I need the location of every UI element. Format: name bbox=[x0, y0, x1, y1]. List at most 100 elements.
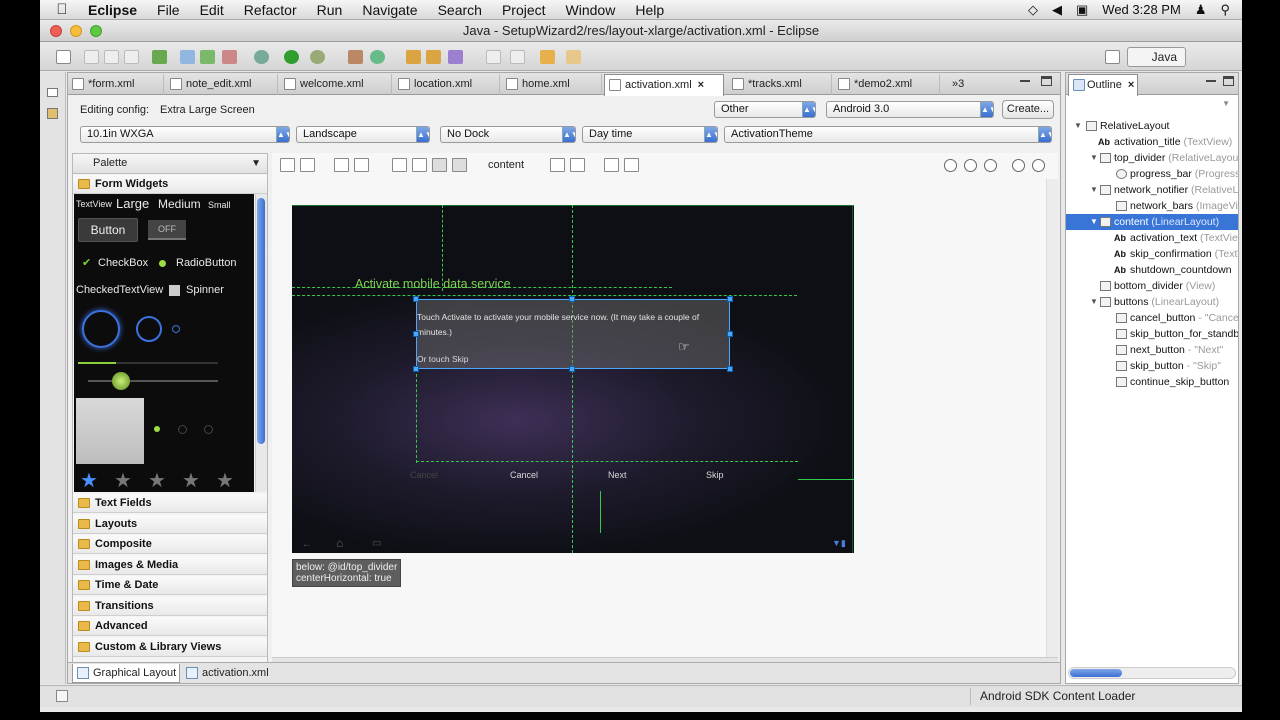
align-center-icon[interactable] bbox=[412, 158, 427, 172]
palette-header[interactable]: Palette ▼ bbox=[73, 154, 267, 174]
align-baseline-icon[interactable] bbox=[452, 158, 467, 172]
menu-help[interactable]: Help bbox=[625, 2, 674, 18]
back-icon[interactable] bbox=[540, 50, 555, 64]
outline-scrollbar-thumb[interactable] bbox=[1070, 669, 1122, 677]
volume-icon[interactable]: ◀ bbox=[1052, 2, 1062, 18]
more-tabs-button[interactable]: »3 bbox=[942, 74, 978, 95]
outline-view-menu-icon[interactable]: ▼ bbox=[1222, 99, 1230, 108]
outline-row-relativelayout[interactable]: ▼ RelativeLayout bbox=[1066, 118, 1238, 134]
restore-view-icon[interactable] bbox=[47, 88, 58, 97]
zoom-emulate-real-size-icon[interactable] bbox=[944, 159, 957, 172]
rating-star-icon[interactable]: ★ bbox=[80, 468, 98, 492]
resize-handle[interactable] bbox=[727, 331, 733, 337]
resize-handle[interactable] bbox=[569, 296, 575, 302]
resize-handle[interactable] bbox=[727, 366, 733, 372]
layout-options-icon[interactable] bbox=[354, 158, 369, 172]
resize-handle[interactable] bbox=[413, 296, 419, 302]
tree-expanded-icon[interactable]: ▼ bbox=[1090, 214, 1098, 230]
java-perspective-button[interactable]: Java bbox=[1126, 47, 1186, 67]
skip-button[interactable]: Skip bbox=[706, 470, 724, 480]
match-height-icon[interactable] bbox=[624, 158, 639, 172]
rating-star-icon[interactable]: ★ bbox=[182, 468, 200, 492]
outline-row-skip-confirmation[interactable]: Abskip_confirmation (TextView) bbox=[1066, 246, 1238, 262]
rating-star-icon[interactable]: ★ bbox=[148, 468, 166, 492]
tab-outline[interactable]: Outline × bbox=[1068, 74, 1138, 96]
palette-large-text[interactable]: Large bbox=[116, 196, 149, 211]
previous-annotation-icon[interactable] bbox=[510, 50, 525, 64]
user-icon[interactable]: ♟ bbox=[1195, 2, 1207, 18]
close-tab-icon[interactable]: × bbox=[698, 79, 704, 91]
content-linear-layout[interactable]: Touch Activate to activate your mobile s… bbox=[416, 299, 730, 369]
outline-row-progress-bar[interactable]: progress_bar (ProgressBar) bbox=[1066, 166, 1238, 182]
outline-row-shutdown-countdown[interactable]: Ab shutdown_countdown bbox=[1066, 262, 1238, 278]
apple-menu-icon[interactable]:  bbox=[40, 1, 84, 18]
minimize-window-icon[interactable] bbox=[70, 25, 82, 37]
menu-edit[interactable]: Edit bbox=[190, 2, 234, 18]
resize-handle[interactable] bbox=[413, 366, 419, 372]
palette-category-transitions[interactable]: Transitions bbox=[73, 597, 267, 616]
palette-checkedtextview[interactable]: CheckedTextView bbox=[76, 284, 163, 296]
tab-note-edit-xml[interactable]: note_edit.xml bbox=[166, 74, 278, 95]
tree-expanded-icon[interactable]: ▼ bbox=[1074, 118, 1082, 134]
print-icon[interactable] bbox=[124, 50, 139, 64]
menu-window[interactable]: Window bbox=[556, 2, 626, 18]
palette-category-time-date[interactable]: Time & Date bbox=[73, 576, 267, 595]
theme-select[interactable]: ActivationTheme▲▼ bbox=[724, 126, 1052, 143]
tab-welcome-xml[interactable]: welcome.xml bbox=[280, 74, 392, 95]
palette-category-custom-library[interactable]: Custom & Library Views bbox=[73, 638, 267, 657]
palette-menu-chevron-icon[interactable]: ▼ bbox=[251, 154, 261, 173]
app-menu[interactable]: Eclipse bbox=[84, 2, 147, 18]
align-left-icon[interactable] bbox=[392, 158, 407, 172]
close-outline-icon[interactable]: × bbox=[1128, 79, 1134, 91]
outline-row-skip-button[interactable]: skip_button - "Skip" bbox=[1066, 358, 1238, 374]
palette-category-images-media[interactable]: Images & Media bbox=[73, 556, 267, 575]
palette-category-form-widgets[interactable]: Form Widgets bbox=[73, 175, 267, 194]
device-select[interactable]: 10.1in WXGA▲▼ bbox=[80, 126, 290, 143]
config-other-select[interactable]: Other▲▼ bbox=[714, 101, 816, 118]
skip-confirmation-text[interactable]: Or touch Skip bbox=[417, 354, 469, 364]
zoom-reset-icon[interactable] bbox=[984, 159, 997, 172]
run-last-tool-icon[interactable] bbox=[310, 50, 325, 64]
canvas-vertical-scrollbar[interactable] bbox=[1046, 179, 1058, 657]
minimize-outline-icon[interactable] bbox=[1206, 80, 1216, 82]
match-width-icon[interactable] bbox=[604, 158, 619, 172]
palette-spinner[interactable]: Spinner bbox=[186, 284, 224, 296]
tab-xml-source[interactable]: activation.xml bbox=[182, 664, 278, 683]
horizontal-orientation-icon[interactable] bbox=[550, 158, 565, 172]
palette-category-layouts[interactable]: Layouts bbox=[73, 515, 267, 534]
zoom-window-icon[interactable] bbox=[90, 25, 102, 37]
minimize-editor-icon[interactable] bbox=[1020, 80, 1030, 82]
zoom-fit-icon[interactable] bbox=[964, 159, 977, 172]
dock-select[interactable]: No Dock▲▼ bbox=[440, 126, 576, 143]
resize-handle[interactable] bbox=[727, 296, 733, 302]
fill-width-icon[interactable] bbox=[280, 158, 295, 172]
seekbar-thumb[interactable] bbox=[112, 372, 130, 390]
palette-category-composite[interactable]: Composite bbox=[73, 535, 267, 554]
tab-home-xml[interactable]: home.xml bbox=[502, 74, 602, 95]
device-screen-preview[interactable]: Activate mobile data service Touch Activ… bbox=[292, 205, 854, 553]
progress-small-icon[interactable] bbox=[172, 325, 180, 333]
daytime-select[interactable]: Day time▲▼ bbox=[582, 126, 718, 143]
tab-tracks-xml[interactable]: *tracks.xml bbox=[728, 74, 832, 95]
next-button[interactable]: Next bbox=[608, 470, 627, 480]
tab-demo2-xml[interactable]: *demo2.xml bbox=[834, 74, 940, 95]
progress-medium-icon[interactable] bbox=[136, 316, 162, 342]
progress-large-icon[interactable] bbox=[82, 310, 120, 348]
import-icon[interactable] bbox=[180, 50, 195, 64]
palette-radiobutton[interactable]: RadioButton bbox=[176, 257, 237, 269]
battery-icon[interactable]: ▣ bbox=[1076, 2, 1088, 18]
package-explorer-icon[interactable] bbox=[47, 108, 58, 119]
refresh-icon[interactable] bbox=[200, 50, 215, 64]
fast-view-icon[interactable] bbox=[56, 690, 68, 702]
save-all-icon[interactable] bbox=[104, 50, 119, 64]
outline-row-next-button[interactable]: next_button - "Next" bbox=[1066, 342, 1238, 358]
tab-location-xml[interactable]: location.xml bbox=[394, 74, 500, 95]
vertical-orientation-icon[interactable] bbox=[570, 158, 585, 172]
palette-textview[interactable]: TextView bbox=[76, 199, 112, 209]
open-type-icon[interactable] bbox=[406, 50, 421, 64]
menu-navigate[interactable]: Navigate bbox=[352, 2, 427, 18]
rating-star-icon[interactable]: ★ bbox=[114, 468, 132, 492]
outline-row-network-bars[interactable]: network_bars (ImageView) bbox=[1066, 198, 1238, 214]
tab-activation-xml[interactable]: activation.xml × bbox=[604, 74, 724, 96]
debug-icon[interactable] bbox=[254, 50, 269, 64]
